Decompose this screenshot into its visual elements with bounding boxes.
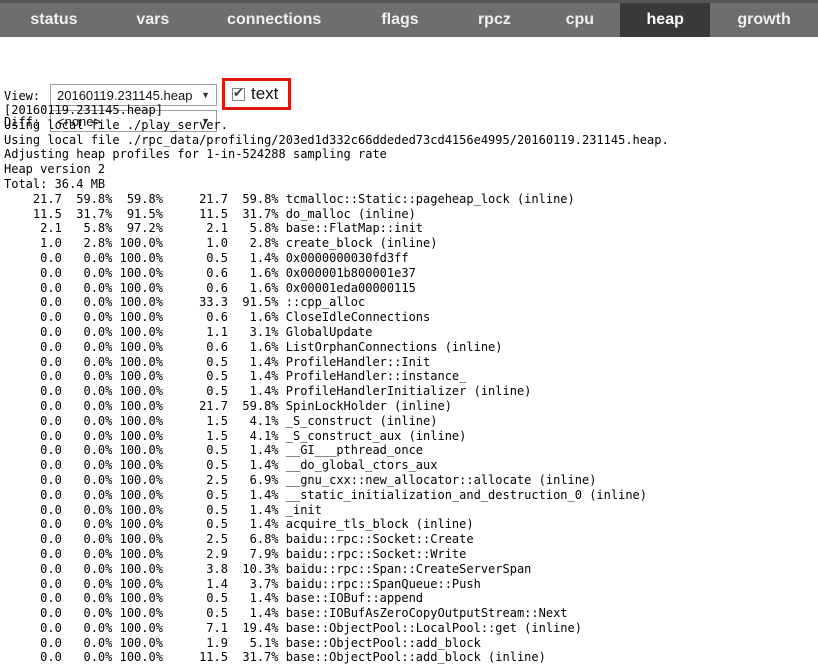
tab-label: rpcz [478,11,511,29]
chevron-down-icon: ▼ [201,90,210,100]
tab-connections[interactable]: connections [198,3,351,37]
tab-label: heap [647,11,684,29]
checkmark-icon: ✔ [233,86,244,99]
text-checkbox-label: text [251,84,278,104]
tab-label: growth [737,11,790,29]
tab-label: status [30,11,77,29]
tab-cpu[interactable]: cpu [539,3,620,37]
tab-label: flags [381,11,418,29]
tab-flags[interactable]: flags [351,3,450,37]
profile-controls: View: 20160119.231145.heap ▼ Diff: <none… [0,37,818,103]
text-checkbox[interactable]: ✔ [232,88,245,101]
tab-status[interactable]: status [0,3,108,37]
tab-rpcz[interactable]: rpcz [449,3,539,37]
tab-label: connections [227,11,321,29]
tab-growth[interactable]: growth [710,3,818,37]
tab-label: cpu [566,11,594,29]
tab-label: vars [136,11,169,29]
tab-heap[interactable]: heap [620,3,710,37]
view-label: View: [4,89,40,103]
top-nav-bar: status vars connections flags rpcz cpu h… [0,0,818,37]
profile-output: [20160119.231145.heap] Using local file … [4,103,669,665]
view-select-value: 20160119.231145.heap [57,88,192,103]
tab-vars[interactable]: vars [108,3,198,37]
